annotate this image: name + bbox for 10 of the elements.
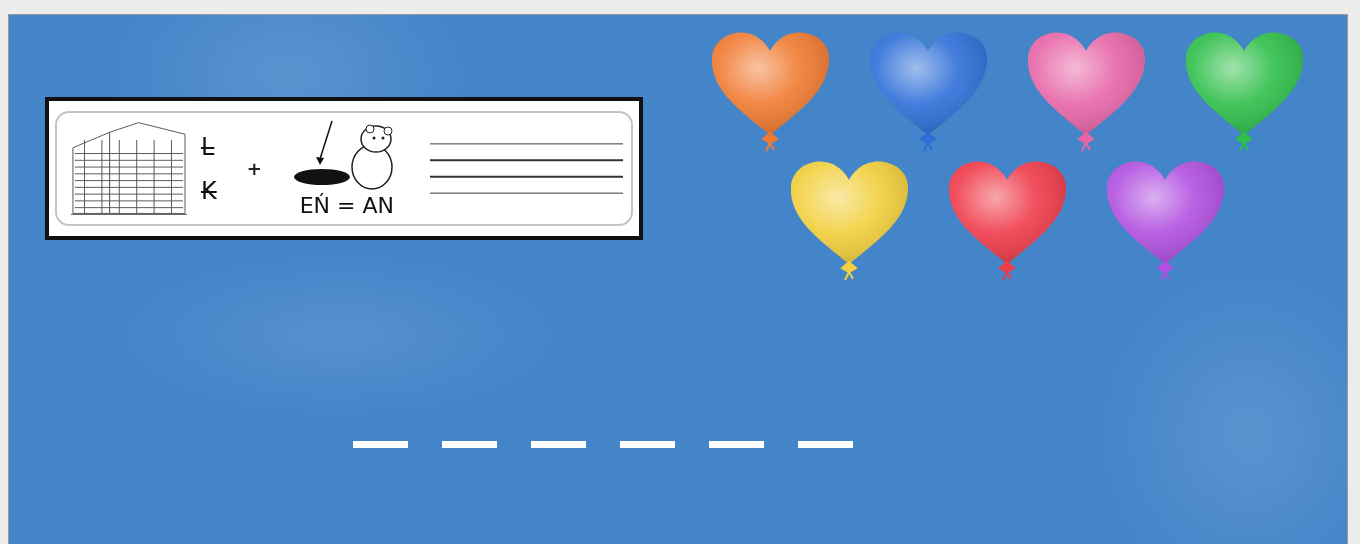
plus-sign: + xyxy=(246,158,262,179)
answer-slot[interactable] xyxy=(709,441,764,448)
answer-slot[interactable] xyxy=(353,441,408,448)
answer-slot[interactable] xyxy=(620,441,675,448)
answer-slot[interactable] xyxy=(531,441,586,448)
crossed-letter: K xyxy=(199,177,218,204)
answer-slot[interactable] xyxy=(798,441,853,448)
rebus-rule: EŃ = AN xyxy=(299,193,394,218)
crossed-letter: L xyxy=(199,133,216,160)
answer-slot[interactable] xyxy=(442,441,497,448)
